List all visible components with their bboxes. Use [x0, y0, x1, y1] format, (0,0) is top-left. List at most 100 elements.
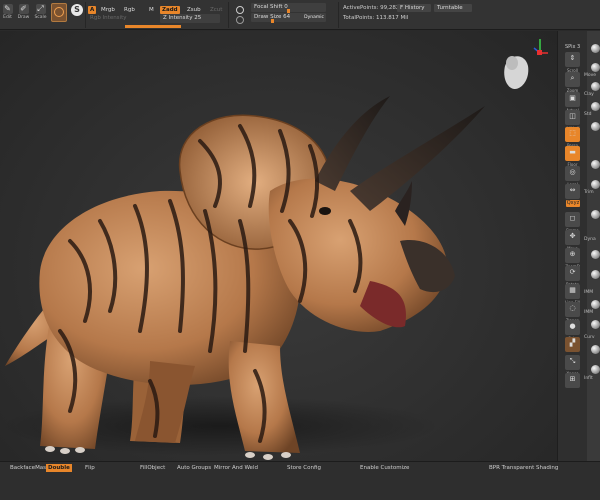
frame-button[interactable]: ◻Frame: [565, 212, 580, 233]
rotate-button[interactable]: ⟳Rotate: [565, 266, 580, 287]
brush-label: Clay: [584, 92, 594, 97]
local-icon: ◎: [569, 168, 576, 176]
scroll-button[interactable]: ⇕ Scroll: [565, 52, 580, 73]
a-toggle[interactable]: A: [88, 6, 97, 14]
persp-icon: ⬚: [569, 129, 576, 137]
solo-button[interactable]: ●Solo: [565, 320, 580, 341]
zcut-toggle[interactable]: Zcut: [208, 6, 224, 14]
floor-button[interactable]: ▬ Floor: [565, 146, 580, 167]
move-icon: ✥: [569, 232, 576, 240]
axis-gizmo[interactable]: [504, 39, 548, 89]
backface-mask-toggle[interactable]: BackfaceMask: [8, 464, 51, 472]
brush-sphere[interactable]: [591, 345, 600, 354]
slider-knob: [271, 19, 274, 23]
brush-label: Curv: [584, 335, 595, 340]
divider: [228, 2, 229, 28]
mirror-weld-button[interactable]: Mirror And Weld: [212, 464, 260, 472]
brush-sphere[interactable]: [591, 44, 600, 53]
linefill-icon: ▦: [569, 286, 576, 294]
xpose-button[interactable]: ⤡Xpose: [565, 355, 580, 376]
xpose-icon: ⤡: [569, 357, 576, 365]
floor-icon: ▬: [569, 148, 576, 156]
zoomd-button[interactable]: ⊕ZoomD: [565, 248, 580, 269]
lsym-button[interactable]: ⇔L.Sym: [565, 184, 580, 205]
zoom-button[interactable]: ⌕ Zoom: [565, 72, 580, 93]
s-icon: S: [74, 5, 80, 14]
solo-icon: ●: [569, 322, 576, 330]
brush-sphere[interactable]: [591, 270, 600, 279]
aahalf-button[interactable]: ◫AAHalf: [565, 110, 580, 131]
sym-icon: ⇔: [569, 186, 576, 194]
persp-button[interactable]: ⬚Persp: [565, 127, 580, 148]
brush-label: IMM: [584, 290, 594, 295]
auto-groups-button[interactable]: Auto Groups: [175, 464, 213, 472]
extra-button[interactable]: ⊞: [565, 373, 580, 388]
brush-label: Std: [584, 112, 592, 117]
transp-icon: ◌: [569, 304, 576, 312]
brush-sphere[interactable]: [591, 102, 600, 111]
brush-sphere[interactable]: [591, 122, 600, 131]
aahalf-icon: ◫: [569, 112, 576, 120]
total-points-readout: TotalPoints: 113.817 Mil: [343, 15, 409, 21]
focal-icon: [236, 6, 244, 14]
polyf-icon: ▞: [569, 339, 576, 347]
linefill-button[interactable]: ▦Line Fill: [565, 284, 580, 305]
xyz-toggle[interactable]: Qxyz: [566, 200, 580, 207]
brush-sphere[interactable]: [591, 63, 600, 72]
flip-toggle[interactable]: Flip: [83, 464, 97, 472]
brush-sphere[interactable]: [591, 180, 600, 189]
model-render: [0, 39, 548, 460]
mrgb-toggle[interactable]: Mrgb: [99, 6, 117, 14]
scroll-icon: ⇕: [569, 54, 576, 62]
brush-sphere[interactable]: [591, 82, 600, 91]
brush-sphere[interactable]: [591, 320, 600, 329]
fill-object-button[interactable]: FillObject: [138, 464, 167, 472]
grid-icon: ⊞: [569, 375, 576, 383]
canvas-viewport[interactable]: [0, 31, 557, 461]
rgb-toggle[interactable]: Rgb: [122, 6, 137, 14]
rotate-tool-button[interactable]: [51, 3, 67, 22]
local-button[interactable]: ◎Local: [565, 166, 580, 187]
store-config-button[interactable]: Store Config: [285, 464, 323, 472]
brush-sphere[interactable]: [591, 250, 600, 259]
bpr-shading-toggle[interactable]: BPR Transparent Shading: [487, 464, 560, 472]
brush-sphere[interactable]: [591, 300, 600, 309]
edit-tool-button[interactable]: ✎ Edit: [0, 4, 15, 20]
z-intensity-slider[interactable]: Z Intensity 25: [160, 14, 220, 23]
turntable-button[interactable]: Turntable: [434, 4, 472, 12]
rotate-icon: [54, 7, 64, 17]
zadd-toggle[interactable]: Zadd: [160, 6, 180, 14]
transp-button[interactable]: ◌Transp: [565, 302, 580, 323]
history-button[interactable]: F History: [397, 4, 431, 12]
draw-tool-button[interactable]: ✐ Draw: [16, 4, 31, 20]
top-toolbar: ✎ Edit ✐ Draw ⤢ Scale S A Mrgb Rgb M Rgb…: [0, 0, 600, 30]
brush-label: Move: [584, 73, 597, 78]
actual-icon: ▣: [569, 94, 576, 102]
rgb-intensity-slider[interactable]: Rgb Intensity: [88, 14, 129, 22]
zoomd-icon: ⊕: [569, 250, 576, 258]
sculpt-mode-button[interactable]: S: [71, 4, 83, 16]
brush-sphere[interactable]: [591, 210, 600, 219]
zoom-icon: ⌕: [570, 74, 575, 82]
actual-button[interactable]: ▣Actual: [565, 92, 580, 113]
divider: [85, 2, 86, 28]
enable-customize-button[interactable]: Enable Customize: [358, 464, 411, 472]
scale-tool-button[interactable]: ⤢ Scale: [33, 4, 48, 20]
edit-icon: ✎: [2, 4, 13, 14]
brush-label: Dyna: [584, 237, 596, 242]
focal-shift-slider[interactable]: Focal Shift 0: [251, 3, 326, 13]
brush-sphere[interactable]: [591, 365, 600, 374]
draw-size-slider[interactable]: Draw Size 64 Dynamic: [251, 13, 326, 23]
rotate-icon: ⟳: [569, 268, 576, 276]
eye: [319, 207, 331, 215]
zsub-toggle[interactable]: Zsub: [185, 6, 203, 14]
polyf-button[interactable]: ▞: [565, 337, 580, 352]
move-button[interactable]: ✥Move: [565, 230, 580, 251]
draw-size-icon: [236, 16, 244, 24]
brush-sphere[interactable]: [591, 160, 600, 169]
double-toggle[interactable]: Double: [46, 464, 72, 472]
scale-icon: ⤢: [35, 4, 46, 14]
m-toggle[interactable]: M: [147, 6, 156, 14]
bottom-bar: BackfaceMask Double Flip FillObject Auto…: [0, 461, 600, 500]
frame-icon: ◻: [569, 214, 576, 222]
